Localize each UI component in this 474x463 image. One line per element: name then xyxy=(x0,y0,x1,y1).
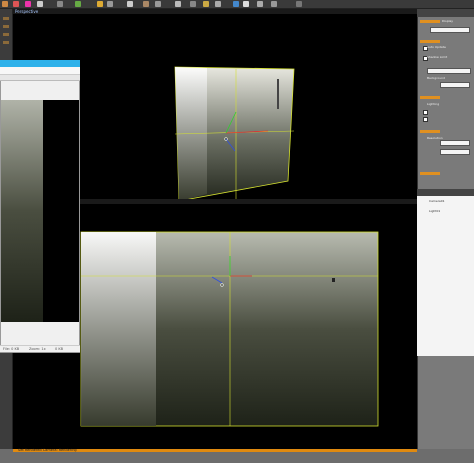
list-item-label: Camera01 xyxy=(429,199,445,203)
dark-marker-bottom xyxy=(332,278,335,282)
checkbox-option-2[interactable] xyxy=(423,117,428,122)
toolbar-icon-19[interactable] xyxy=(271,1,277,7)
toolbar-icon-6[interactable] xyxy=(75,1,81,7)
label-background: Background xyxy=(427,76,445,80)
field-display[interactable] xyxy=(430,27,470,33)
section-header-auto-update[interactable] xyxy=(420,40,440,43)
right-panel-list-header xyxy=(417,189,474,196)
viewport-bottom-scene xyxy=(80,231,379,427)
toolbar-icon-16[interactable] xyxy=(233,1,239,7)
toolbar-icon-7[interactable] xyxy=(97,1,103,7)
field-lighting[interactable] xyxy=(440,82,470,88)
left-strip-item[interactable] xyxy=(3,41,9,44)
left-strip-item[interactable] xyxy=(3,33,9,36)
floating-status-size: 0 KB xyxy=(55,347,64,351)
right-panel-header xyxy=(417,9,474,17)
floating-preview-image xyxy=(1,100,43,322)
list-item[interactable]: Light01 xyxy=(419,208,474,214)
field-resolution-width[interactable] xyxy=(440,140,470,146)
main-toolbar xyxy=(0,0,474,9)
toolbar-icon-17[interactable] xyxy=(243,1,249,7)
toolbar-icon-2[interactable] xyxy=(13,1,19,7)
list-item[interactable]: Camera01 xyxy=(419,198,474,204)
toolbar-icon-5[interactable] xyxy=(57,1,63,7)
toolbar-icon-15[interactable] xyxy=(215,1,221,7)
toolbar-icon-18[interactable] xyxy=(257,1,263,7)
floating-status-file: File: 0 KB xyxy=(3,347,20,351)
toolbar-icon-11[interactable] xyxy=(155,1,161,7)
toolbar-icon-13[interactable] xyxy=(190,1,196,7)
right-panel-list[interactable]: Camera01 Light01 xyxy=(417,196,474,356)
toolbar-icon-14[interactable] xyxy=(203,1,209,7)
plane-highlight-bottom xyxy=(81,232,156,426)
floating-window-canvas[interactable] xyxy=(1,100,79,322)
toolbar-icon-3[interactable] xyxy=(25,1,31,7)
viewport-bottom-header xyxy=(80,199,417,204)
plane-highlight-top xyxy=(175,67,207,199)
floating-window-tabs[interactable] xyxy=(0,75,80,81)
label-display: Display xyxy=(442,19,454,23)
floating-window-titlebar[interactable] xyxy=(0,60,80,67)
toolbar-icon-9[interactable] xyxy=(127,1,133,7)
toolbar-icon-4[interactable] xyxy=(37,1,43,7)
left-strip-item[interactable] xyxy=(3,17,9,20)
toolbar-icon-10[interactable] xyxy=(143,1,149,7)
section-header-render[interactable] xyxy=(420,172,440,175)
field-resolution-height[interactable] xyxy=(440,149,470,155)
section-header-display[interactable] xyxy=(420,20,440,23)
label-lighting: Lighting xyxy=(427,102,440,106)
label-shadow-limit: Shadow Limit xyxy=(427,55,448,59)
section-header-resolution[interactable] xyxy=(420,130,440,133)
toolbar-icon-1[interactable] xyxy=(2,1,8,7)
label-auto-update: Auto Update xyxy=(427,45,446,49)
left-strip-item[interactable] xyxy=(3,25,9,28)
floating-window-menubar[interactable] xyxy=(0,67,80,75)
section-header-lighting[interactable] xyxy=(420,96,440,99)
status-text: Set Rendered Camera: Rendering xyxy=(18,448,77,452)
floating-status-zoom: Zoom: 1x xyxy=(29,347,46,351)
list-item-label: Light01 xyxy=(429,209,441,213)
checkbox-option-1[interactable] xyxy=(423,110,428,115)
field-background[interactable] xyxy=(427,68,471,74)
toolbar-icon-8[interactable] xyxy=(107,1,113,7)
floating-window-status: File: 0 KB Zoom: 1x 0 KB xyxy=(0,345,80,352)
toolbar-icon-20[interactable] xyxy=(296,1,302,7)
toolbar-icon-12[interactable] xyxy=(175,1,181,7)
